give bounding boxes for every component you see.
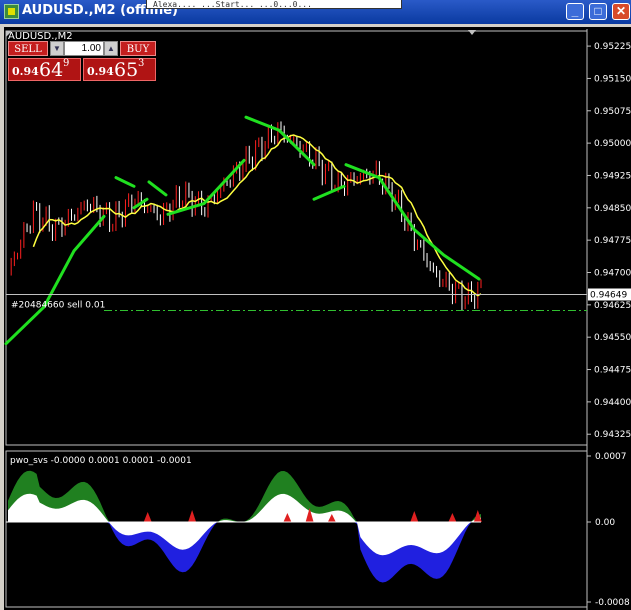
- order-line-label: #20484660 sell 0.01: [11, 300, 105, 310]
- trend-line-segment: [147, 180, 168, 197]
- current-price-label: 0.94649: [590, 290, 627, 300]
- price-axis-label: 0.94850: [594, 204, 631, 214]
- trend-line-segment: [312, 184, 346, 201]
- indicator-axis-label: -0.0008: [595, 598, 630, 608]
- price-axis-label: 0.94550: [594, 333, 631, 343]
- lots-decrease-icon[interactable]: ▼: [50, 41, 64, 56]
- oscillator-spike: [448, 513, 457, 522]
- main-chart-frame: [5, 30, 588, 446]
- trend-line-segment: [344, 163, 481, 281]
- maximize-button[interactable]: □: [589, 3, 607, 20]
- close-button[interactable]: ✕: [612, 3, 630, 20]
- price-chart: 0.95225 0.95150 0.95075 0.95000 0.94925 0.948…: [4, 29, 631, 610]
- ask-price-pips: 65: [114, 59, 139, 81]
- ask-price-box[interactable]: 0.94 65 3: [83, 58, 156, 81]
- lots-increase-icon[interactable]: ▲: [104, 41, 118, 56]
- oscillator-spike: [410, 511, 419, 522]
- ask-price-fraction: 3: [138, 58, 145, 69]
- price-axis-label: 0.95075: [594, 107, 631, 117]
- price-axis-label: 0.94700: [594, 269, 631, 279]
- price-axis-label: 0.95150: [594, 74, 631, 84]
- trend-line-segment: [114, 176, 136, 188]
- buy-button[interactable]: BUY: [120, 41, 156, 56]
- price-axis-label: 0.94325: [594, 430, 631, 440]
- one-click-trading-panel: SELL ▼ 1.00 ▲ BUY 0.94 64 9 0.94 65 3: [8, 41, 156, 81]
- sell-button[interactable]: SELL: [8, 41, 48, 56]
- ask-price-base: 0.94: [87, 65, 114, 78]
- trend-line-segment: [4, 214, 106, 346]
- bid-price-box[interactable]: 0.94 64 9: [8, 58, 81, 81]
- chart-window-icon: [4, 4, 19, 19]
- price-axis-label: 0.94775: [594, 236, 631, 246]
- indicator-label: pwo_svs -0.0000 0.0001 0.0001 -0.0001: [10, 456, 192, 466]
- bid-price-base: 0.94: [12, 65, 39, 78]
- indicator-frame: [5, 450, 588, 608]
- chart-shift-marker-icon: [468, 30, 476, 35]
- oscillator-spike: [188, 510, 197, 522]
- price-axis-label: 0.94475: [594, 366, 631, 376]
- price-axis-label: 0.94925: [594, 171, 631, 181]
- indicator-axis-label: 0.0007: [595, 452, 627, 462]
- indicator-axis-label: 0.00: [595, 518, 615, 528]
- price-axis-label: 0.94400: [594, 398, 631, 408]
- bid-price-fraction: 9: [63, 58, 70, 69]
- oscillator-spike: [143, 512, 152, 522]
- lots-input[interactable]: 1.00: [64, 41, 104, 56]
- price-axis-label: 0.95000: [594, 139, 631, 149]
- background-window-strip: Alexa.... ...Start... ...0...0...: [146, 0, 402, 9]
- price-bars: [10, 121, 482, 311]
- price-axis-label: 0.95225: [594, 42, 631, 52]
- price-axis-label: 0.94625: [594, 301, 631, 311]
- chart-area[interactable]: 0.95225 0.95150 0.95075 0.95000 0.94925 0.948…: [4, 27, 631, 610]
- bid-price-pips: 64: [39, 59, 64, 81]
- minimize-button[interactable]: _: [566, 3, 584, 20]
